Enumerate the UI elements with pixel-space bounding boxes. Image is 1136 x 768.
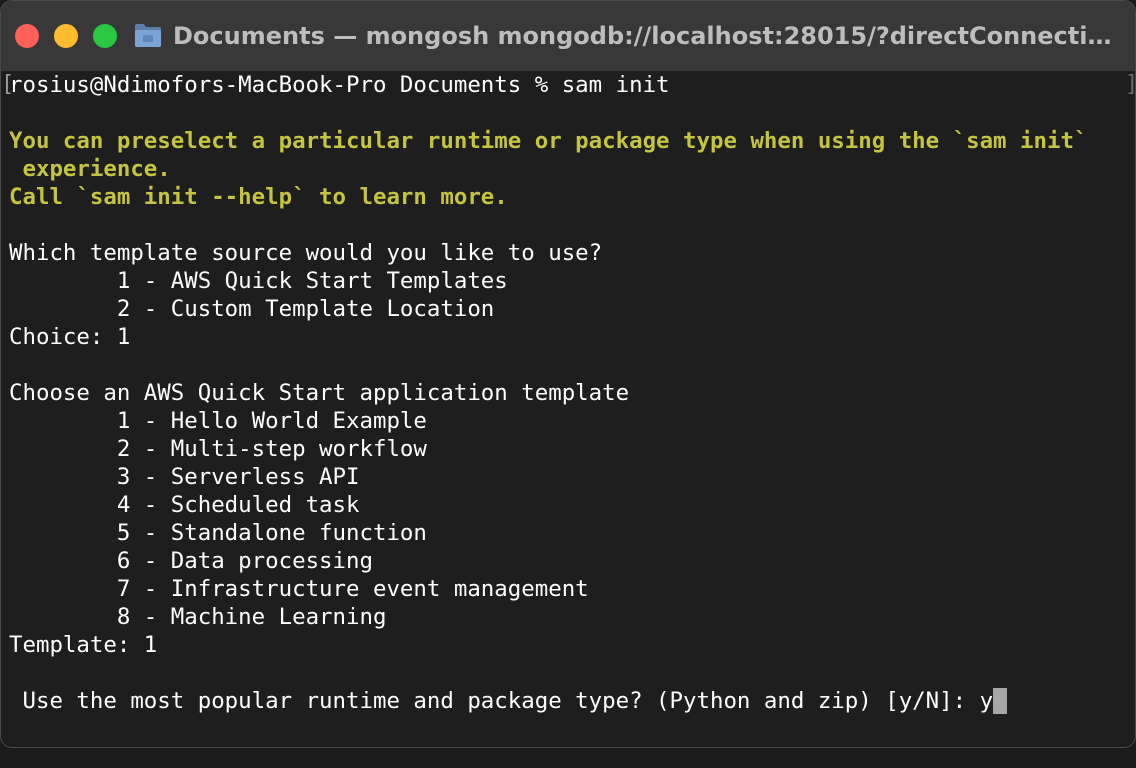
option-line: 4 - Scheduled task xyxy=(9,492,360,518)
window-controls xyxy=(15,24,117,48)
info-line: You can preselect a particular runtime o… xyxy=(9,128,1088,154)
option-line: 1 - Hello World Example xyxy=(9,408,427,434)
option-line: 5 - Standalone function xyxy=(9,520,427,546)
title-bar[interactable]: Documents — mongosh mongodb://localhost:… xyxy=(1,1,1135,72)
folder-icon xyxy=(135,24,161,47)
question-line: Which template source would you like to … xyxy=(9,240,603,266)
scroll-marker-right: ] xyxy=(1125,71,1135,99)
minimize-button[interactable] xyxy=(54,24,78,48)
close-button[interactable] xyxy=(15,24,39,48)
info-line: experience. xyxy=(9,156,171,182)
option-line: 1 - AWS Quick Start Templates xyxy=(9,268,508,294)
answer-line: Template: 1 xyxy=(9,632,158,658)
option-line: 7 - Infrastructure event management xyxy=(9,576,589,602)
option-line: 8 - Machine Learning xyxy=(9,604,387,630)
option-line: 2 - Custom Template Location xyxy=(9,296,495,322)
input-prompt-text: Use the most popular runtime and package… xyxy=(9,688,994,714)
terminal-output[interactable]: [ ] rosius@Ndimofors-MacBook-Pro Documen… xyxy=(1,71,1135,747)
zoom-button[interactable] xyxy=(93,24,117,48)
answer-line: Choice: 1 xyxy=(9,324,131,350)
input-line[interactable]: Use the most popular runtime and package… xyxy=(9,687,1008,715)
prompt-line: rosius@Ndimofors-MacBook-Pro Documents %… xyxy=(9,72,670,98)
window-title: Documents — mongosh mongodb://localhost:… xyxy=(173,22,1123,50)
option-line: 2 - Multi-step workflow xyxy=(9,436,427,462)
option-line: 3 - Serverless API xyxy=(9,464,360,490)
question-line: Choose an AWS Quick Start application te… xyxy=(9,380,630,406)
info-line: Call `sam init --help` to learn more. xyxy=(9,184,508,210)
text-cursor xyxy=(993,688,1008,714)
terminal-window: Documents — mongosh mongodb://localhost:… xyxy=(0,0,1136,748)
option-line: 6 - Data processing xyxy=(9,548,373,574)
